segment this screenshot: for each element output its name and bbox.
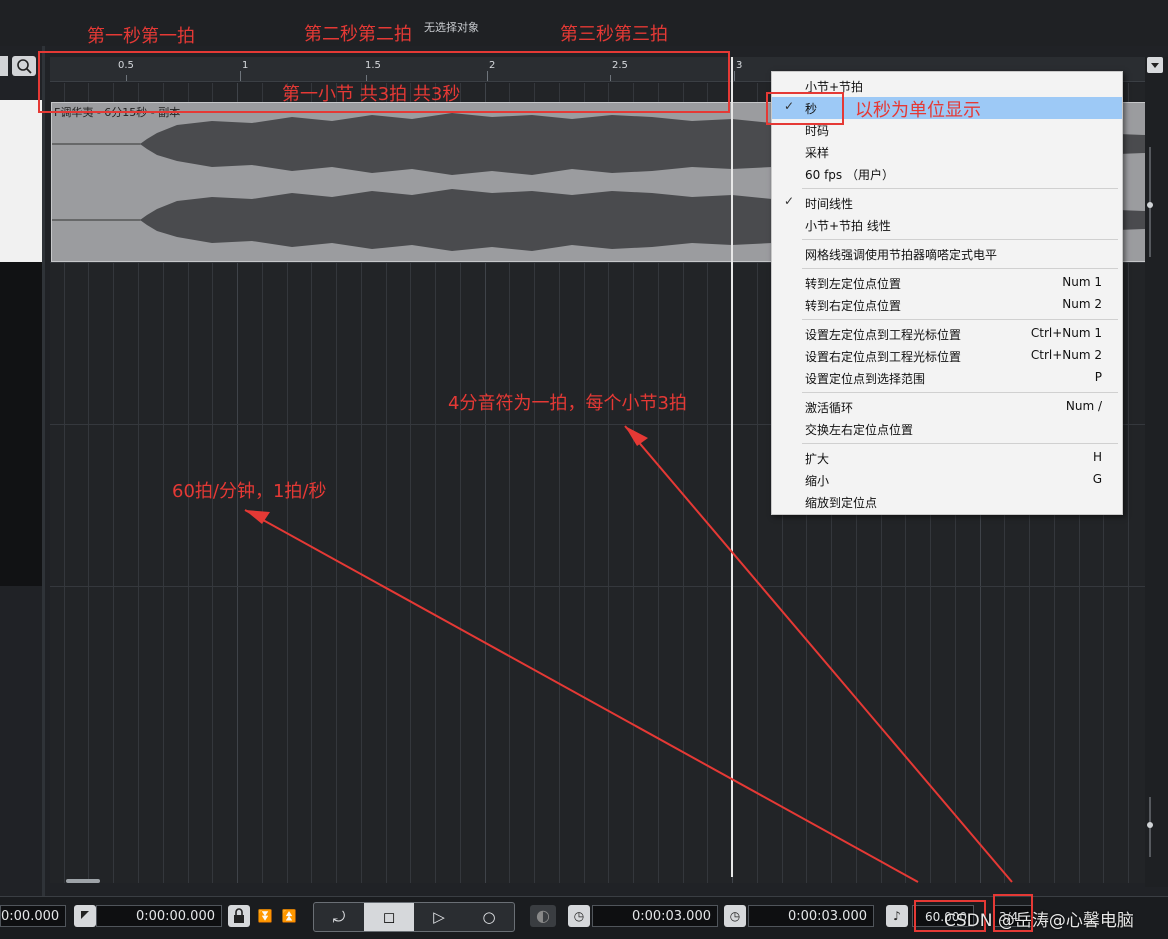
watermark: CSDN @岳涛@心馨电脑: [944, 911, 1134, 931]
annotation-arrows: [244, 425, 1013, 883]
